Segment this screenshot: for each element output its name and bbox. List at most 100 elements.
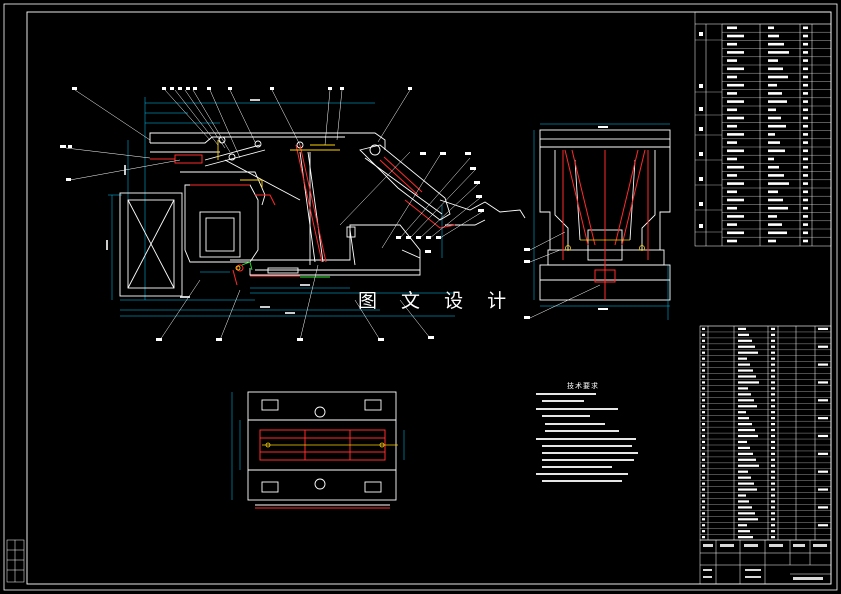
parameter-table-group-mark: [699, 107, 703, 111]
parameter-table-cell-mark: [803, 174, 808, 177]
parameter-table-cell-mark: [727, 215, 744, 218]
parameter-table-cell-mark: [727, 165, 744, 169]
parts-list-cell-mark: [771, 333, 775, 336]
parts-list-cell-mark: [738, 482, 754, 485]
parameter-table-cell-mark: [727, 174, 737, 177]
watermark: 图 文 设 计: [358, 290, 516, 312]
parts-list-cell-mark: [771, 417, 775, 420]
parameter-table-cell-mark: [803, 75, 808, 79]
parts-list-cell-mark: [738, 387, 748, 390]
parts-list-cell-mark: [702, 327, 705, 330]
parameter-table-cell-mark: [768, 231, 787, 235]
parts-list-cell-mark: [771, 440, 775, 444]
parts-list-cell-mark: [738, 339, 752, 342]
parts-list-cell-mark: [702, 434, 705, 438]
parameter-table-cell-mark: [727, 133, 744, 136]
parameter-table-cell-mark: [727, 34, 744, 38]
parameter-table-cell-mark: [803, 223, 808, 226]
parts-list-cell-mark: [702, 399, 705, 402]
parts-list-cell-mark: [818, 488, 828, 491]
parts-list-cell-mark: [738, 399, 754, 402]
tech-requirement-lines: [536, 393, 638, 482]
parts-list-cell-mark: [702, 530, 705, 533]
parts-list-cell-mark: [771, 411, 775, 414]
leader-lines-side: [529, 231, 601, 319]
parameter-table-cell-mark: [727, 83, 744, 87]
parts-list-cell-mark: [702, 452, 705, 455]
parts-list-cell-mark: [771, 357, 775, 360]
parts-list-cell-mark: [738, 518, 758, 521]
parameter-table-rows: [695, 23, 831, 238]
parts-list-cell-mark: [702, 458, 705, 461]
parameter-table-cell-mark: [727, 59, 737, 62]
parameter-table-cell-mark: [803, 83, 808, 87]
parts-list-cell-mark: [771, 446, 775, 449]
parameter-table-cell-mark: [727, 231, 744, 235]
parts-list-cell-mark: [702, 428, 705, 432]
parts-list-cell-mark: [738, 351, 758, 354]
parts-list-cell-mark: [738, 452, 753, 455]
parts-list-cell-mark: [771, 381, 775, 384]
parts-list-cell-mark: [702, 536, 705, 539]
parameter-table-cell-mark: [803, 92, 808, 95]
parameter-table-cell-mark: [803, 231, 808, 235]
parameter-table-cell-mark: [727, 51, 744, 54]
parts-list-cell-mark: [771, 375, 775, 378]
parts-list-cell-mark: [702, 482, 705, 485]
parts-list-cell-mark: [738, 405, 757, 408]
parts-list-cell-mark: [771, 482, 775, 485]
parameter-table-cell-mark: [768, 133, 775, 136]
parameter-table-cell-mark: [803, 149, 808, 153]
parts-list-cell-mark: [738, 494, 746, 497]
parameter-table-cell-mark: [768, 51, 789, 54]
parts-list-cell-mark: [702, 387, 705, 390]
parts-list-cell-mark: [702, 518, 705, 521]
parts-list-cell-mark: [771, 339, 775, 342]
parameter-table-cell-mark: [768, 100, 787, 103]
parts-list-cell-mark: [702, 411, 705, 414]
parameter-table-cell-mark: [768, 26, 774, 30]
parameter-table-cell-mark: [727, 149, 744, 153]
parts-list-cell-mark: [738, 536, 753, 539]
parameter-table-cell-mark: [727, 239, 737, 243]
parts-list-cell-mark: [738, 434, 758, 438]
parameter-table-cell-mark: [803, 42, 808, 46]
parts-list-cell-mark: [738, 440, 747, 444]
parameter-table-cell-mark: [768, 124, 786, 128]
parameter-table-group-mark: [699, 84, 703, 88]
parts-list-cell-mark: [738, 476, 751, 479]
parameter-table-cell-mark: [768, 42, 784, 46]
plan-view: [231, 391, 405, 509]
parameter-table-cell-mark: [768, 141, 780, 144]
dimension-lines-main: [108, 97, 455, 317]
parts-list-cell-mark: [771, 452, 775, 455]
parts-list-rows: [700, 325, 831, 535]
parameter-table-cell-mark: [768, 108, 776, 112]
parts-list-cell-mark: [738, 345, 755, 348]
parts-list-cell-mark: [818, 524, 828, 527]
parts-list-cell-mark: [771, 530, 775, 533]
parts-list-cell-mark: [818, 381, 828, 384]
parameter-table-cell-mark: [803, 108, 808, 112]
parameter-table-cell-mark: [727, 75, 737, 79]
parameter-table-cell-mark: [803, 34, 808, 38]
parts-list-cell-mark: [738, 369, 753, 372]
parameter-table-cell-mark: [727, 42, 737, 46]
parts-list-cell-mark: [771, 506, 775, 509]
parameter-table-group-mark: [699, 202, 703, 206]
plan-view-frame: [247, 391, 397, 506]
parameter-table-cell-mark: [803, 182, 808, 185]
parameter-table-cell-mark: [768, 75, 788, 79]
parts-list-cell-mark: [771, 476, 775, 479]
parameter-table-cell-mark: [727, 67, 744, 71]
parts-list-cell-mark: [702, 488, 705, 491]
parts-list-cell-mark: [702, 500, 705, 503]
parameter-table-cell-mark: [727, 124, 737, 128]
parts-list-cell-mark: [771, 458, 775, 461]
parts-list-cell-mark: [702, 470, 705, 473]
parts-list-cell-mark: [818, 452, 828, 455]
parts-list-cell-mark: [771, 500, 775, 503]
parts-list-cell-mark: [818, 506, 828, 509]
parts-list-cell-mark: [738, 464, 759, 467]
parts-list-cell-mark: [702, 363, 705, 366]
